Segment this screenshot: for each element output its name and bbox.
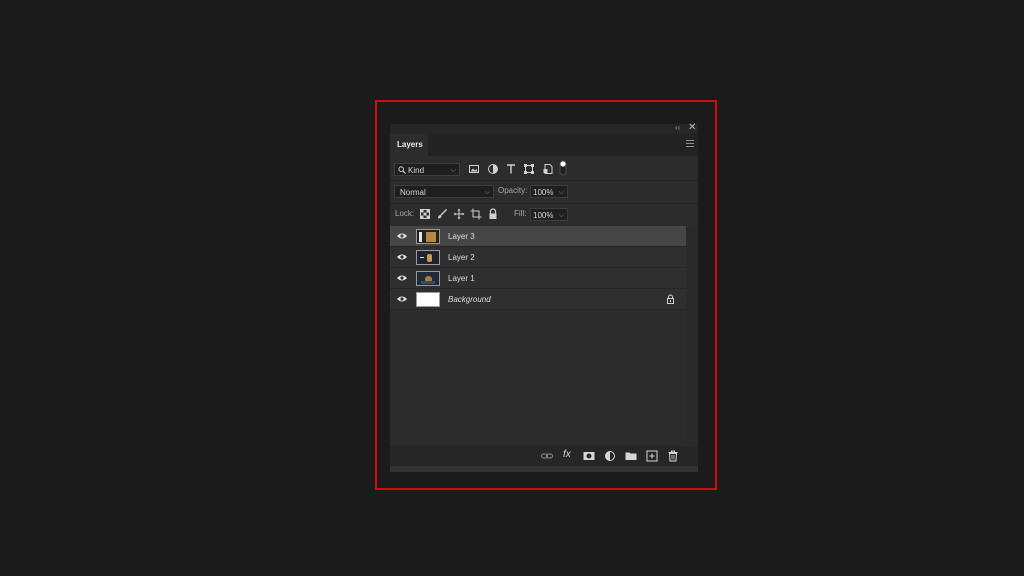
blend-row: Normal ⌵ Opacity: 100% ⌵ <box>390 181 698 203</box>
layer-thumbnail <box>416 229 440 244</box>
fill-field[interactable]: 100% ⌵ <box>530 208 568 221</box>
layer-row-layer-1[interactable]: Layer 1 <box>390 268 686 289</box>
double-chevron-icon[interactable]: ‹‹ <box>675 123 680 132</box>
lock-all-icon[interactable] <box>487 208 499 220</box>
visibility-eye-icon[interactable] <box>396 273 408 283</box>
opacity-field[interactable]: 100% ⌵ <box>530 185 568 198</box>
layer-row-layer-3[interactable]: Layer 3 <box>390 226 686 247</box>
visibility-eye-icon[interactable] <box>396 294 408 304</box>
lock-transparent-pixels-icon[interactable] <box>419 208 431 220</box>
layer-name: Layer 1 <box>448 274 475 283</box>
smart-object-filter-icon[interactable] <box>542 163 554 175</box>
chevron-down-icon[interactable]: ⌵ <box>559 186 564 199</box>
panel-menu-icon[interactable] <box>686 140 694 148</box>
layer-name: Layer 2 <box>448 253 475 262</box>
close-icon[interactable]: ✕ <box>688 122 696 133</box>
layers-bottom-toolbar: fx <box>390 446 698 466</box>
add-mask-icon[interactable] <box>583 450 595 462</box>
lock-label: Lock: <box>395 209 415 218</box>
fill-label: Fill: <box>514 209 527 218</box>
adjustment-layer-icon[interactable] <box>604 450 616 462</box>
layer-thumbnail <box>416 271 440 286</box>
opacity-value: 100% <box>533 188 554 197</box>
layer-row-layer-2[interactable]: Layer 2 <box>390 247 686 268</box>
fx-icon[interactable]: fx <box>563 449 571 460</box>
kind-filter-select[interactable]: Kind ⌵ <box>394 163 460 176</box>
layers-scrollbar[interactable] <box>686 226 698 446</box>
chevron-down-icon: ⌵ <box>484 189 490 196</box>
tab-layers[interactable]: Layers <box>390 134 428 156</box>
new-layer-icon[interactable] <box>646 450 658 462</box>
layer-name: Layer 3 <box>448 232 475 241</box>
search-icon <box>398 166 406 174</box>
layer-row-background[interactable]: Background <box>390 289 686 310</box>
blend-mode-select[interactable]: Normal ⌵ <box>394 185 494 198</box>
filter-row: Kind ⌵ <box>390 156 698 180</box>
lock-position-icon[interactable] <box>453 208 465 220</box>
layers-list: Layer 3 Layer 2 Layer 1 Background <box>390 226 686 312</box>
chevron-down-icon[interactable]: ⌵ <box>559 209 564 222</box>
chevron-down-icon: ⌵ <box>450 167 456 174</box>
lock-row: Lock: Fill: 100% ⌵ <box>390 204 698 226</box>
visibility-eye-icon[interactable] <box>396 252 408 262</box>
new-group-icon[interactable] <box>625 450 637 462</box>
panel-bottom-strip <box>390 466 698 472</box>
lock-artboard-icon[interactable] <box>470 208 482 220</box>
shape-filter-icon[interactable] <box>523 163 535 175</box>
layers-panel: ‹‹ ✕ Layers Kind ⌵ Normal ⌵ Opacity: 100… <box>390 122 698 472</box>
layer-thumbnail <box>416 250 440 265</box>
delete-icon[interactable] <box>667 450 679 462</box>
blend-mode-value: Normal <box>400 188 426 197</box>
visibility-eye-icon[interactable] <box>396 231 408 241</box>
layer-name: Background <box>448 295 491 304</box>
adjustment-filter-icon[interactable] <box>487 163 499 175</box>
layer-lock-icon[interactable] <box>666 294 675 304</box>
tab-strip: Layers <box>390 134 698 156</box>
layer-thumbnail <box>416 292 440 307</box>
fill-value: 100% <box>533 211 554 220</box>
panel-topbar: ‹‹ ✕ <box>390 122 698 134</box>
opacity-label: Opacity: <box>498 186 528 195</box>
type-filter-icon[interactable] <box>505 163 517 175</box>
filter-toggle-icon[interactable] <box>558 160 568 176</box>
lock-image-pixels-icon[interactable] <box>436 208 448 220</box>
pixel-filter-icon[interactable] <box>468 163 480 175</box>
kind-filter-label: Kind <box>408 166 425 175</box>
link-layers-icon[interactable] <box>541 450 553 462</box>
